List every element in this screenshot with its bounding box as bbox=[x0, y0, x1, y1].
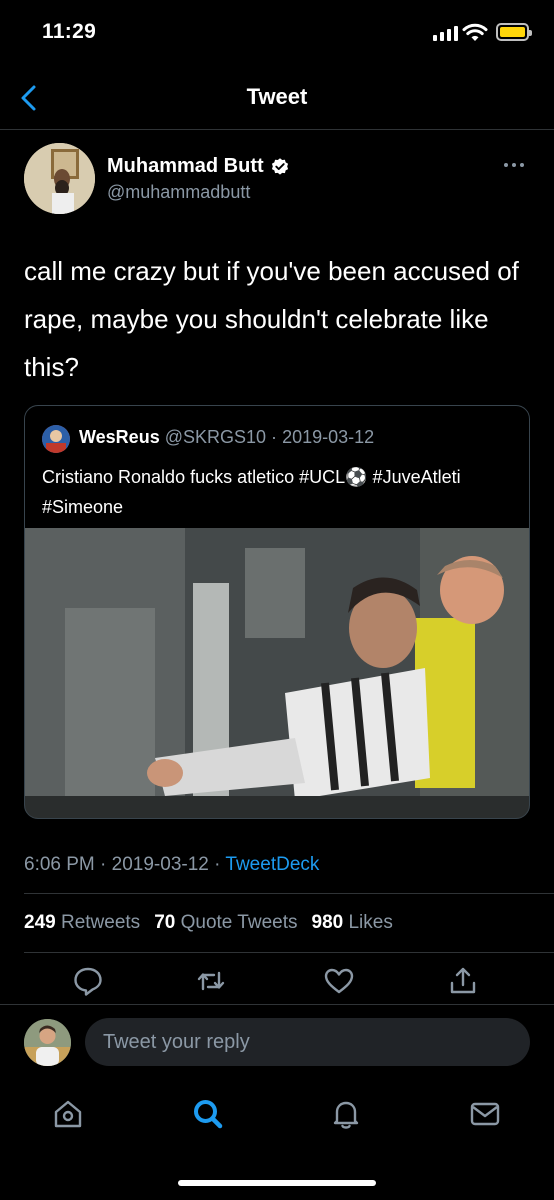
tweet-timestamp-line: 6:06 PM · 2019-03-12 · TweetDeck bbox=[24, 854, 319, 876]
tab-search[interactable] bbox=[190, 1096, 226, 1132]
tweet-time: 6:06 PM bbox=[24, 854, 95, 875]
video-frame-image bbox=[25, 528, 529, 818]
tab-notifications[interactable] bbox=[328, 1096, 364, 1132]
reply-input[interactable] bbox=[85, 1018, 530, 1066]
search-icon bbox=[194, 1100, 223, 1129]
quoted-video-thumbnail[interactable] bbox=[25, 528, 529, 818]
battery-icon bbox=[496, 23, 532, 41]
avatar-image bbox=[24, 143, 95, 214]
reply-button[interactable] bbox=[71, 964, 105, 998]
retweets-count: 249 bbox=[24, 912, 56, 933]
quoted-separator: · bbox=[271, 427, 278, 447]
author-avatar[interactable] bbox=[24, 143, 95, 214]
tweet-text: call me crazy but if you've been accused… bbox=[24, 256, 519, 382]
likes-stat[interactable]: 980 Likes bbox=[312, 912, 393, 934]
envelope-icon bbox=[470, 1102, 500, 1126]
quoted-tweet-meta: WesReus @SKRGS10 · 2019-03-12 bbox=[79, 427, 374, 448]
tweet-source-link[interactable]: TweetDeck bbox=[225, 854, 319, 875]
likes-label: Likes bbox=[348, 912, 393, 933]
meta-separator: · bbox=[100, 854, 107, 875]
comment-icon bbox=[74, 967, 102, 996]
tab-home[interactable] bbox=[50, 1096, 86, 1132]
quote-tweets-stat[interactable]: 70 Quote Tweets bbox=[154, 912, 297, 934]
current-user-avatar[interactable] bbox=[24, 1019, 71, 1066]
meta-separator-2: · bbox=[214, 854, 221, 875]
share-icon bbox=[450, 967, 476, 994]
quoted-tweet-text: Cristiano Ronaldo fucks atletico #UCL⚽ #… bbox=[42, 467, 461, 517]
home-icon bbox=[54, 1100, 82, 1128]
author-handle: @muhammadbutt bbox=[107, 182, 251, 202]
quoted-author-name: WesReus bbox=[79, 427, 160, 447]
divider bbox=[24, 952, 554, 953]
navigation-header: Tweet bbox=[0, 66, 554, 130]
retweet-icon bbox=[197, 971, 225, 991]
quoted-author-handle: @SKRGS10 bbox=[164, 427, 267, 447]
likes-count: 980 bbox=[311, 912, 344, 933]
page-title: Tweet bbox=[246, 84, 308, 109]
quotes-label: Quote Tweets bbox=[180, 912, 298, 933]
bell-icon bbox=[333, 1101, 359, 1129]
tweet-stats: 249 Retweets 70 Quote Tweets 980 Likes bbox=[24, 912, 393, 934]
quotes-count: 70 bbox=[154, 912, 176, 933]
more-options-button[interactable] bbox=[504, 158, 528, 172]
retweet-button[interactable] bbox=[194, 964, 228, 998]
retweets-stat[interactable]: 249 Retweets bbox=[24, 912, 140, 934]
share-button[interactable] bbox=[446, 964, 480, 998]
like-button[interactable] bbox=[322, 964, 356, 998]
author-name-text: Muhammad Butt bbox=[107, 155, 264, 177]
status-bar: 11:29 bbox=[0, 0, 554, 66]
heart-icon bbox=[324, 968, 354, 994]
quoted-tweet-card[interactable]: WesReus @SKRGS10 · 2019-03-12 Cristiano … bbox=[24, 405, 530, 819]
tweet-actions-bar bbox=[0, 964, 554, 1004]
author-name[interactable]: Muhammad Butt bbox=[107, 155, 290, 178]
wifi-icon bbox=[462, 23, 488, 41]
cellular-signal-icon bbox=[433, 25, 458, 41]
home-indicator bbox=[178, 1180, 376, 1186]
verified-badge-icon bbox=[271, 157, 288, 175]
ellipsis-icon bbox=[504, 163, 508, 167]
divider bbox=[24, 893, 554, 894]
quoted-date: 2019-03-12 bbox=[282, 427, 375, 447]
status-time: 11:29 bbox=[42, 20, 97, 43]
tweet-date: 2019-03-12 bbox=[111, 854, 209, 875]
quoted-author-avatar bbox=[42, 425, 70, 453]
reply-bar bbox=[0, 1004, 554, 1080]
retweets-label: Retweets bbox=[60, 912, 141, 933]
tab-messages[interactable] bbox=[467, 1096, 503, 1132]
